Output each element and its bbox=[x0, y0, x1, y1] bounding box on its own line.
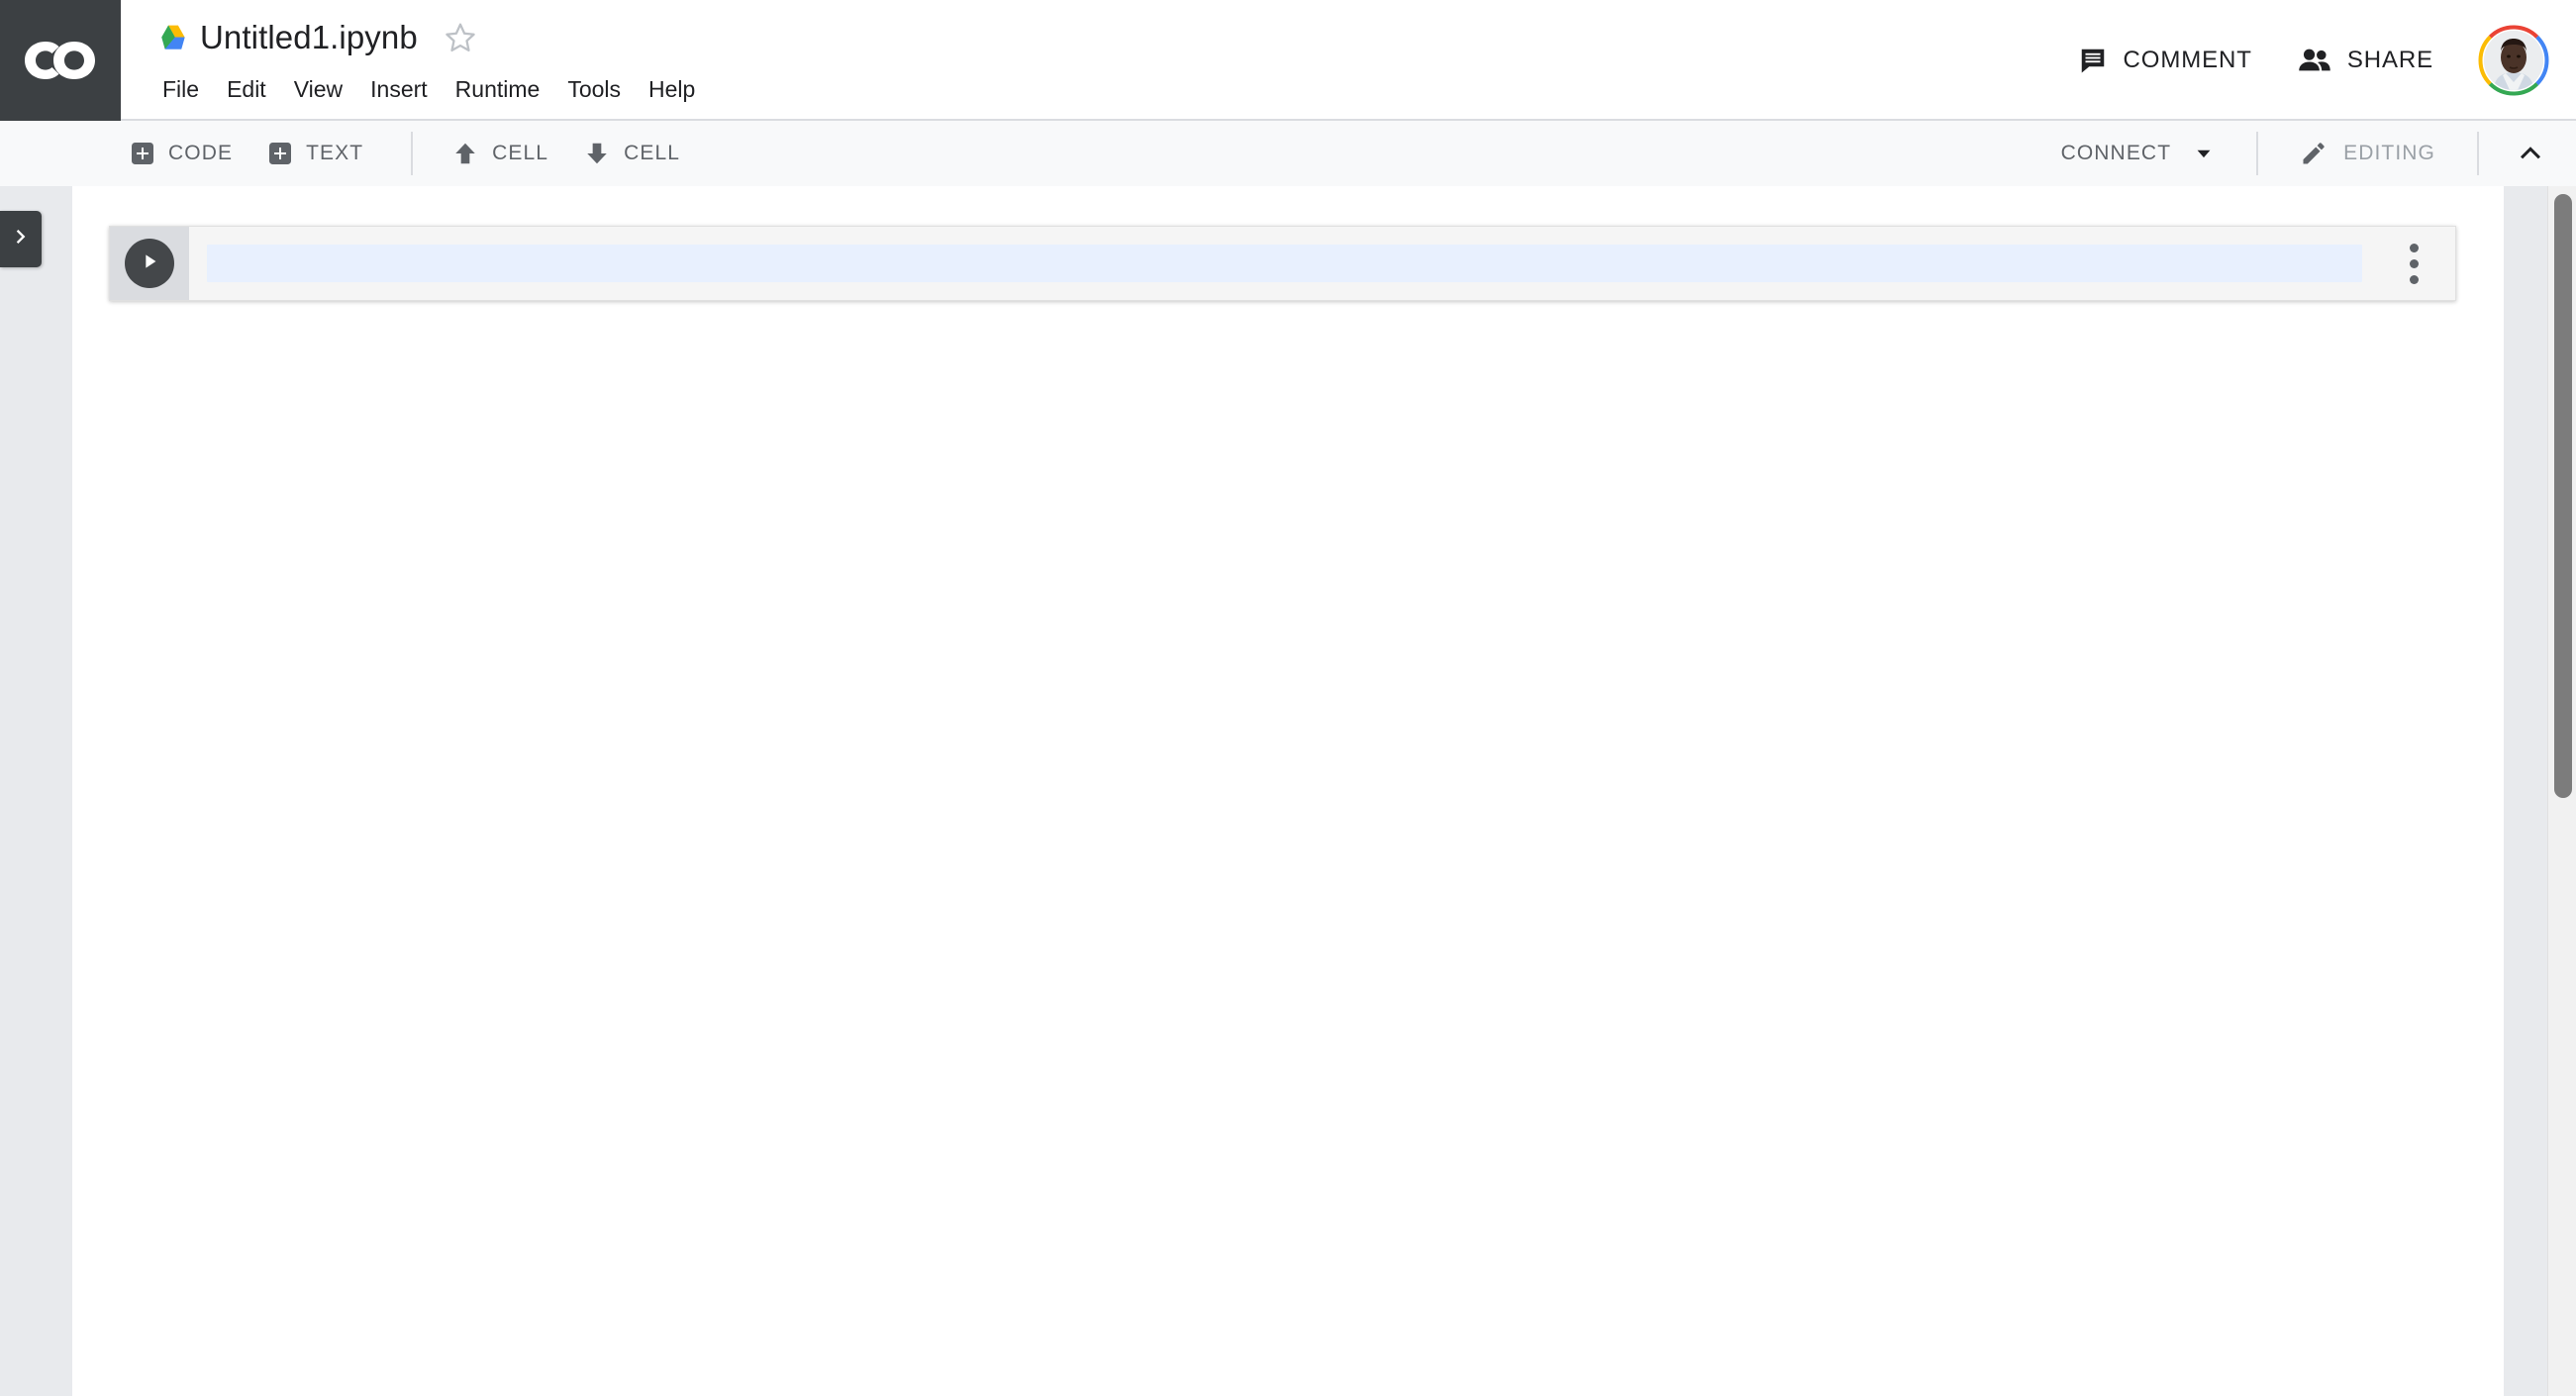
add-text-cell-button[interactable]: TEXT bbox=[254, 130, 377, 177]
chevron-up-icon bbox=[2516, 137, 2545, 171]
dot bbox=[2409, 243, 2419, 252]
code-cell[interactable] bbox=[109, 226, 2456, 301]
chevron-right-icon bbox=[10, 226, 32, 252]
cell-options-button[interactable] bbox=[2372, 227, 2455, 300]
toolbar-separator bbox=[2477, 132, 2479, 175]
more-vert-icon bbox=[2409, 243, 2419, 284]
menu-item-help[interactable]: Help bbox=[637, 72, 707, 107]
arrow-up-icon bbox=[452, 141, 478, 166]
editing-label: EDITING bbox=[2343, 142, 2435, 164]
comment-button[interactable]: COMMENT bbox=[2060, 30, 2270, 91]
connect-button[interactable]: CONNECT bbox=[2045, 130, 2231, 177]
menu-item-insert[interactable]: Insert bbox=[358, 72, 440, 107]
active-line-highlight[interactable] bbox=[207, 245, 2362, 282]
vertical-scrollbar[interactable] bbox=[2547, 186, 2576, 1396]
add-code-cell-label: CODE bbox=[168, 142, 234, 164]
collapse-toolbar-button[interactable] bbox=[2505, 130, 2556, 177]
chevron-down-icon[interactable] bbox=[2193, 143, 2215, 164]
comment-label: COMMENT bbox=[2123, 47, 2252, 73]
notebook-canvas bbox=[72, 186, 2504, 1396]
add-box-icon bbox=[131, 142, 154, 165]
main-content bbox=[0, 186, 2576, 1396]
star-outline-icon[interactable] bbox=[444, 21, 477, 54]
add-text-cell-label: TEXT bbox=[306, 142, 364, 164]
menu-item-runtime[interactable]: Runtime bbox=[444, 72, 552, 107]
toolbar-left-group: CODE TEXT CELL CELL bbox=[117, 121, 702, 186]
cell-list bbox=[109, 226, 2456, 301]
colab-app: Untitled1.ipynb File Edit View Insert Ru… bbox=[0, 0, 2576, 1396]
toolbar-right-group: CONNECT EDITING bbox=[2045, 121, 2556, 186]
share-label: SHARE bbox=[2346, 47, 2433, 73]
toolbar-separator bbox=[2256, 132, 2259, 175]
people-icon bbox=[2298, 46, 2331, 75]
menu-item-tools[interactable]: Tools bbox=[555, 72, 633, 107]
comment-icon bbox=[2078, 46, 2108, 75]
colab-logo-icon bbox=[25, 42, 95, 79]
document-title-row: Untitled1.ipynb bbox=[158, 12, 477, 63]
left-rail bbox=[0, 186, 72, 1396]
toolbar-separator bbox=[411, 132, 414, 175]
share-button[interactable]: SHARE bbox=[2280, 30, 2451, 91]
account-avatar[interactable] bbox=[2477, 24, 2550, 97]
code-editor[interactable] bbox=[189, 227, 2372, 300]
google-drive-icon bbox=[161, 25, 185, 50]
move-cell-down-button[interactable]: CELL bbox=[570, 130, 694, 177]
run-cell-button[interactable] bbox=[125, 239, 174, 288]
cell-run-gutter[interactable] bbox=[110, 227, 189, 300]
header-actions: COMMENT SHARE bbox=[2060, 0, 2550, 121]
menu-bar: File Edit View Insert Runtime Tools Help bbox=[158, 67, 711, 111]
add-code-cell-button[interactable]: CODE bbox=[117, 130, 247, 177]
arrow-down-icon bbox=[584, 141, 610, 166]
pencil-icon bbox=[2300, 140, 2328, 167]
dot bbox=[2409, 274, 2419, 284]
menu-item-edit[interactable]: Edit bbox=[215, 72, 278, 107]
notebook-toolbar: CODE TEXT CELL CELL CONNECT EDITING bbox=[0, 121, 2576, 186]
move-cell-up-button[interactable]: CELL bbox=[439, 130, 562, 177]
scrollbar-thumb[interactable] bbox=[2554, 194, 2572, 798]
menu-item-file[interactable]: File bbox=[150, 72, 211, 107]
add-box-icon bbox=[268, 142, 292, 165]
move-cell-down-label: CELL bbox=[624, 142, 681, 164]
menu-item-view[interactable]: View bbox=[282, 72, 354, 107]
sidebar-expand-button[interactable] bbox=[0, 211, 42, 267]
editing-status-button[interactable]: EDITING bbox=[2284, 130, 2451, 177]
dot bbox=[2409, 258, 2419, 268]
move-cell-up-label: CELL bbox=[492, 142, 549, 164]
play-icon bbox=[139, 250, 160, 277]
colab-logo[interactable] bbox=[0, 0, 121, 121]
avatar-photo bbox=[2484, 31, 2543, 90]
document-title[interactable]: Untitled1.ipynb bbox=[200, 19, 418, 56]
connect-label: CONNECT bbox=[2060, 142, 2172, 164]
app-header: Untitled1.ipynb File Edit View Insert Ru… bbox=[0, 0, 2576, 121]
